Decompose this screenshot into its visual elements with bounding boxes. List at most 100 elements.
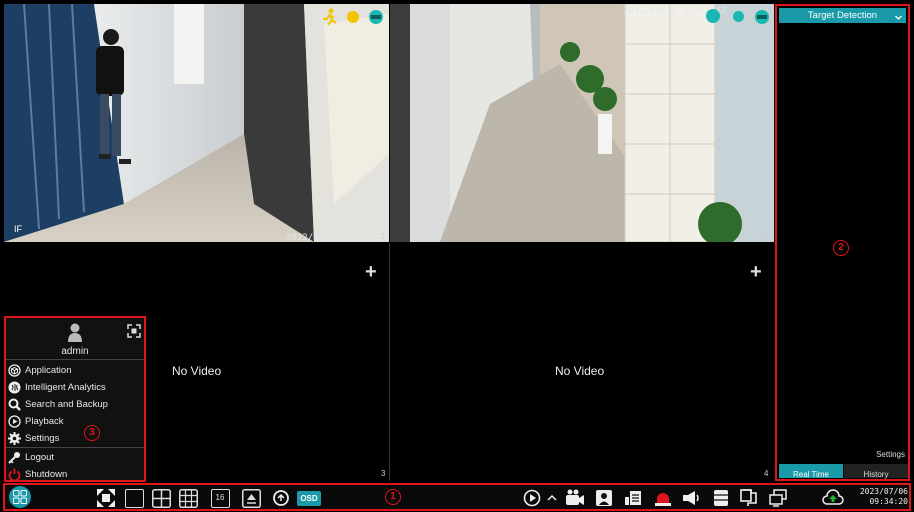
- dual-monitor-icon: [769, 489, 787, 507]
- menu-item-label: Settings: [25, 432, 60, 444]
- camera-4-index: 4: [764, 469, 769, 478]
- motion-circle-icon: [347, 11, 359, 23]
- annotation-3: 3: [84, 425, 100, 441]
- alarm-button[interactable]: [652, 488, 674, 508]
- camera-1-scene: [4, 4, 389, 242]
- monitor-tag-icon: [740, 489, 757, 506]
- menu-item-application[interactable]: Application: [8, 362, 71, 378]
- no-video-label: No Video: [555, 364, 605, 378]
- custom-layout-icon: [241, 488, 261, 508]
- add-camera-button[interactable]: +: [750, 262, 762, 282]
- clock-date: 2023/07/06: [859, 487, 908, 496]
- divider: [6, 447, 144, 448]
- brain-icon: [8, 381, 21, 394]
- panel-header[interactable]: Target Detection: [779, 8, 906, 23]
- record-camera-icon: [566, 489, 584, 505]
- osd-label: OSD: [297, 490, 321, 506]
- play-circle-icon: [523, 489, 541, 507]
- camera-1-index: 1: [380, 232, 385, 241]
- motion-circle-icon: [733, 11, 744, 22]
- add-camera-button[interactable]: +: [365, 262, 377, 282]
- layout-16-button[interactable]: 16: [209, 488, 231, 508]
- start-menu: admin Application Intelligent Analytics …: [4, 316, 146, 482]
- search-icon: [8, 398, 21, 411]
- sixteen-layout-icon: 16: [210, 488, 230, 508]
- menu-item-label: Logout: [25, 451, 55, 463]
- menu-item-logout[interactable]: Logout: [8, 449, 54, 465]
- face-portrait-icon: [596, 490, 612, 506]
- menu-item-label: Application: [25, 364, 72, 376]
- menu-item-search-and-backup[interactable]: Search and Backup: [8, 396, 108, 412]
- camera-1-watermark: IF: [14, 224, 22, 234]
- username: admin: [61, 346, 89, 357]
- camera-1-timestamp: 2022/04/14 17:52:43: [286, 233, 389, 242]
- disk-button[interactable]: [710, 488, 732, 508]
- expand-toolbar-button[interactable]: [545, 488, 559, 508]
- refresh-cycle-icon: [273, 490, 289, 506]
- menu-item-shutdown[interactable]: Shutdown: [8, 466, 67, 482]
- speaker-list-icon: [625, 491, 641, 505]
- key-icon: [8, 451, 21, 464]
- layout-1-button[interactable]: [123, 488, 145, 508]
- layout-custom-button[interactable]: [240, 488, 262, 508]
- menu-item-playback[interactable]: Playback: [8, 413, 64, 429]
- face-detection-icon: [706, 9, 720, 23]
- menu-item-intelligent-analytics[interactable]: Intelligent Analytics: [8, 379, 106, 395]
- camera-2-index: 2: [764, 232, 769, 241]
- annotation-1: 1: [385, 489, 401, 505]
- gear-icon: [8, 431, 21, 445]
- start-menu-button[interactable]: [9, 486, 31, 508]
- vehicle-icon: [368, 9, 384, 30]
- alarm-light-icon: [655, 493, 671, 506]
- target-detection-panel: Target Detection 2 Settings Real Time Hi…: [775, 4, 910, 481]
- sequence-button[interactable]: [270, 488, 292, 508]
- tab-label: History: [863, 470, 889, 479]
- annotation-2: 2: [833, 240, 849, 256]
- menu-item-settings[interactable]: Settings: [8, 430, 59, 446]
- face-snapshot-button[interactable]: [593, 488, 615, 508]
- camera-view-1[interactable]: 2022/04/14 17:52:43 IF 1: [4, 4, 389, 242]
- layout-9-button[interactable]: [177, 488, 199, 508]
- manual-record-button[interactable]: [563, 488, 587, 508]
- tab-real-time[interactable]: Real Time: [779, 464, 843, 479]
- vehicle-icon: [754, 9, 770, 30]
- camera-view-2[interactable]: 2022/04/12 17:52:42 2: [390, 4, 774, 242]
- playback-button[interactable]: [521, 488, 543, 508]
- fullscreen-button[interactable]: [95, 488, 117, 508]
- database-icon: [714, 490, 728, 506]
- panel-settings-link[interactable]: Settings: [876, 450, 905, 459]
- grid-menu-icon: [13, 490, 27, 504]
- upgrade-button[interactable]: [821, 488, 845, 508]
- camera-3-index: 3: [381, 469, 386, 478]
- divider: [6, 359, 144, 360]
- chevron-up-icon: [547, 494, 557, 501]
- network-button[interactable]: [738, 488, 760, 508]
- tab-label: Real Time: [792, 470, 829, 479]
- broadcast-button[interactable]: [680, 488, 702, 508]
- no-video-label: No Video: [172, 364, 222, 378]
- menu-item-label: Shutdown: [25, 468, 68, 480]
- camera-2-scene: [390, 4, 774, 242]
- application-icon: [8, 363, 21, 377]
- single-layout-icon: [124, 488, 144, 508]
- clock-time: 09:34:20: [869, 497, 908, 506]
- running-person-icon: [320, 8, 338, 31]
- bookshelf: [624, 4, 716, 242]
- bottom-toolbar: 16 OSD 1 2023/07/06 09:34:20: [3, 483, 911, 511]
- power-icon: [8, 468, 21, 481]
- megaphone-icon: [683, 491, 699, 505]
- camera-view-4[interactable]: + No Video 4: [390, 243, 774, 481]
- osd-button[interactable]: OSD: [296, 488, 322, 508]
- panel-title: Target Detection: [807, 10, 878, 21]
- nine-layout-icon: [178, 488, 198, 508]
- audio-button[interactable]: [622, 488, 644, 508]
- multi-screen-button[interactable]: [767, 488, 789, 508]
- user-avatar: [67, 323, 83, 348]
- layout-4-button[interactable]: [150, 488, 172, 508]
- menu-item-label: Search and Backup: [25, 398, 108, 410]
- chevron-down-icon[interactable]: [894, 9, 903, 27]
- fullscreen-icon[interactable]: [127, 324, 141, 343]
- menu-item-label: Playback: [25, 415, 64, 427]
- cloud-upload-icon: [822, 489, 844, 505]
- tab-history[interactable]: History: [844, 464, 908, 479]
